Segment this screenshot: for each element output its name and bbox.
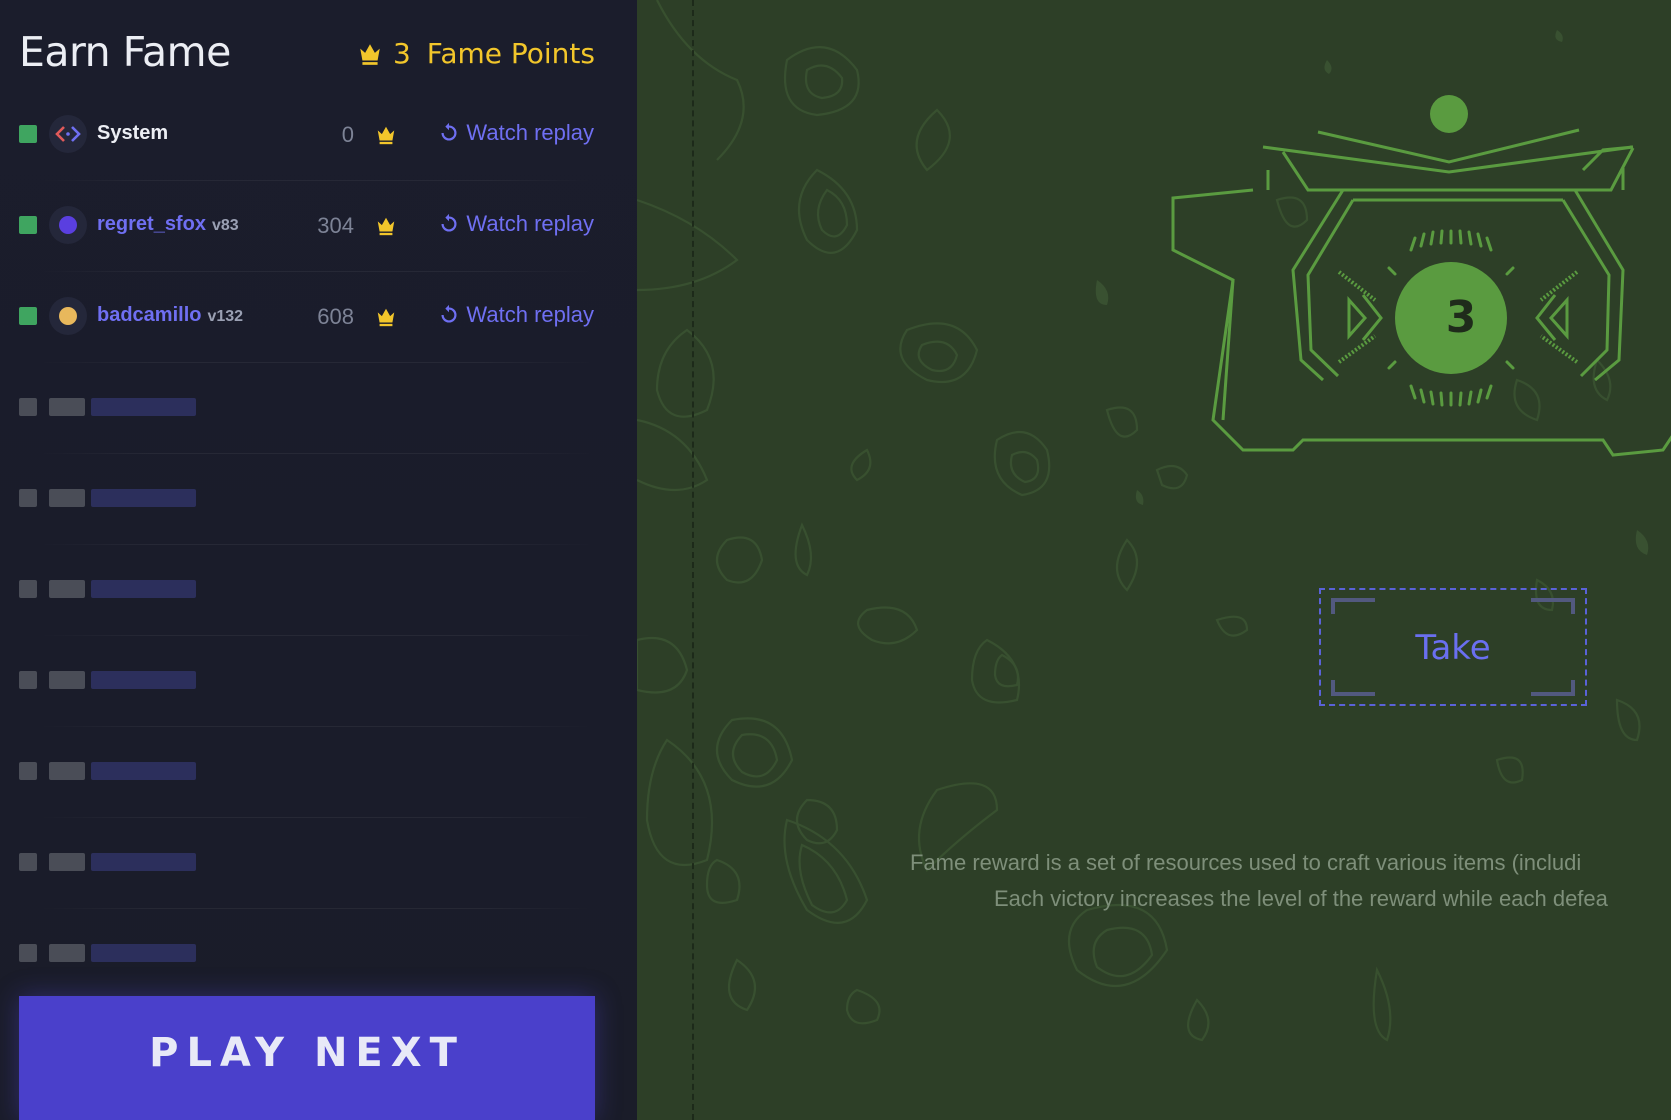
reward-description: Fame reward is a set of resources used t… [910, 845, 1671, 917]
match-row: badcamillo v132 608 Watch replay [19, 272, 594, 363]
placeholder-row [19, 909, 594, 1000]
placeholder-avatar [49, 489, 85, 507]
avatar [49, 297, 87, 335]
avatar [49, 115, 87, 153]
player-score: 608 [317, 304, 354, 329]
placeholder-status [19, 580, 37, 598]
panel-divider [692, 0, 694, 1120]
match-row: regret_sfox v83 304 Watch replay [19, 181, 594, 272]
placeholder-row [19, 636, 594, 727]
placeholder-status [19, 944, 37, 962]
win-status-indicator [19, 125, 37, 143]
reward-level: 3 [1445, 292, 1477, 343]
fame-panel: Earn Fame 3 Fame Points System 0 Watch r… [0, 0, 637, 1120]
crown-icon [377, 126, 395, 145]
placeholder-row [19, 545, 594, 636]
replay-icon [441, 213, 457, 232]
win-status-indicator [19, 307, 37, 325]
watch-replay-link[interactable]: Watch replay [438, 120, 594, 146]
watch-replay-link[interactable]: Watch replay [438, 211, 594, 237]
take-button-label: Take [1415, 628, 1491, 668]
placeholder-avatar [49, 944, 85, 962]
placeholder-status [19, 853, 37, 871]
win-status-indicator [19, 216, 37, 234]
placeholder-avatar [49, 398, 85, 416]
player-score: 0 [341, 122, 354, 147]
take-reward-button[interactable]: Take [1319, 588, 1587, 706]
crown-icon [377, 308, 395, 327]
placeholder-row [19, 454, 594, 545]
replay-icon [441, 122, 457, 141]
placeholder-status [19, 671, 37, 689]
watch-replay-link[interactable]: Watch replay [438, 302, 594, 328]
placeholder-row [19, 818, 594, 909]
match-row: System 0 Watch replay [19, 90, 594, 181]
fame-points-label: Fame Points [426, 37, 595, 70]
placeholder-name [91, 853, 196, 871]
code-icon [55, 126, 81, 142]
placeholder-name [91, 489, 196, 507]
placeholder-name [91, 762, 196, 780]
crown-icon [360, 43, 380, 65]
frame-corner [1531, 598, 1575, 614]
avatar-dot [59, 307, 77, 325]
frame-corner [1331, 680, 1375, 696]
placeholder-avatar [49, 853, 85, 871]
frame-corner [1531, 680, 1575, 696]
placeholder-name [91, 398, 196, 416]
placeholder-name [91, 944, 196, 962]
player-name[interactable]: regret_sfox v83 [97, 213, 239, 236]
placeholder-avatar [49, 580, 85, 598]
placeholder-name [91, 671, 196, 689]
crown-icon [377, 217, 395, 236]
player-name[interactable]: badcamillo v132 [97, 304, 243, 327]
replay-icon [441, 304, 457, 323]
description-line: Each victory increases the level of the … [994, 886, 1608, 911]
placeholder-row [19, 727, 594, 818]
play-next-button[interactable]: PLAY NEXT [19, 996, 595, 1120]
description-line: Fame reward is a set of resources used t… [910, 850, 1582, 875]
frame-corner [1331, 598, 1375, 614]
fame-points-value: 3 [392, 37, 411, 70]
placeholder-status [19, 489, 37, 507]
page-title: Earn Fame [19, 28, 231, 76]
fame-reward-chest-icon [1171, 95, 1671, 457]
avatar-dot [59, 216, 77, 234]
placeholder-status [19, 762, 37, 780]
placeholder-row [19, 363, 594, 454]
placeholder-avatar [49, 762, 85, 780]
reward-panel: 3 Take Fame reward is a set of resources… [637, 0, 1671, 1120]
placeholder-name [91, 580, 196, 598]
fame-points-counter: 3 Fame Points [357, 37, 595, 70]
player-name[interactable]: System [97, 122, 168, 145]
player-score: 304 [317, 213, 354, 238]
placeholder-status [19, 398, 37, 416]
placeholder-avatar [49, 671, 85, 689]
avatar [49, 206, 87, 244]
